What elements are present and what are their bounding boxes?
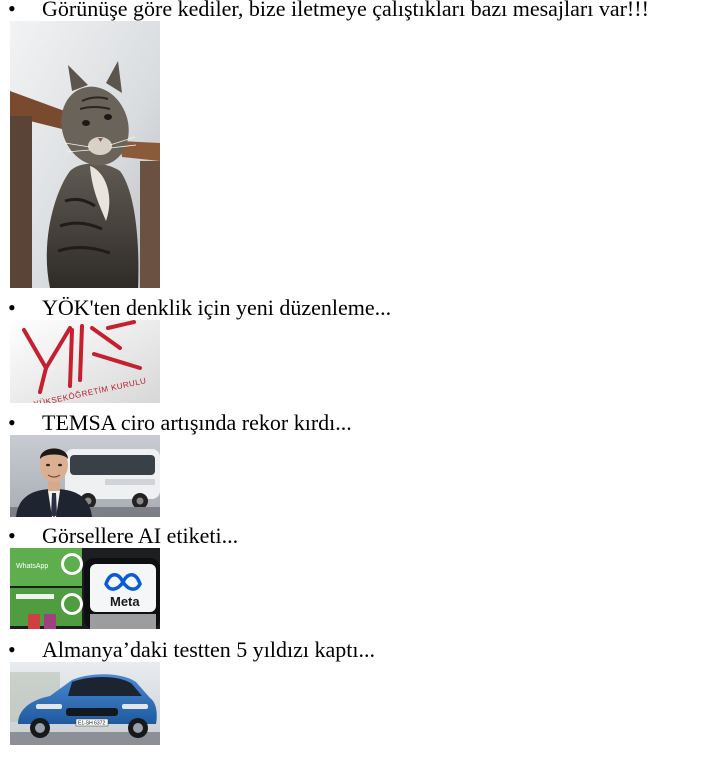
news-headline-link[interactable]: Görsellere AI etiketi...: [0, 524, 715, 548]
news-thumbnail-car[interactable]: E1-SH 6372: [10, 662, 160, 745]
news-list: • Görünüşe göre kediler, bize iletmeye ç…: [0, 0, 715, 745]
news-thumbnail-cat[interactable]: [10, 21, 160, 288]
news-item: • TEMSA ciro artışında rekor kırdı...: [0, 411, 715, 517]
news-item: • YÖK'ten denklik için yeni düzenleme...: [0, 296, 715, 403]
whatsapp-label: WhatsApp: [16, 563, 48, 570]
news-headline-link[interactable]: Görünüşe göre kediler, bize iletmeye çal…: [0, 0, 715, 21]
license-plate: E1-SH 6372: [78, 721, 105, 727]
meta-whatsapp-image: WhatsApp Meta: [10, 548, 160, 629]
news-thumbnail-meta[interactable]: WhatsApp Meta: [10, 548, 160, 629]
yok-logo-image: YÜKSEKÖĞRETİM KURULU: [10, 320, 160, 403]
news-headline-link[interactable]: TEMSA ciro artışında rekor kırdı...: [0, 411, 715, 435]
news-item: • Görünüşe göre kediler, bize iletmeye ç…: [0, 0, 715, 288]
blue-car-image: E1-SH 6372: [10, 662, 160, 745]
cat-photo-image: [10, 21, 160, 288]
news-headline-link[interactable]: YÖK'ten denklik için yeni düzenleme...: [0, 296, 715, 320]
news-item: • Almanya’daki testten 5 yıldızı kaptı..…: [0, 638, 715, 745]
list-bullet: •: [8, 295, 16, 320]
list-bullet: •: [8, 410, 16, 435]
news-headline-link[interactable]: Almanya’daki testten 5 yıldızı kaptı...: [0, 638, 715, 662]
list-bullet: •: [8, 637, 16, 662]
news-thumbnail-temsa[interactable]: [10, 435, 160, 517]
news-thumbnail-yok[interactable]: YÜKSEKÖĞRETİM KURULU: [10, 320, 160, 403]
news-item: • Görsellere AI etiketi... WhatsApp Meta: [0, 524, 715, 629]
list-bullet: •: [8, 523, 16, 548]
meta-label: Meta: [110, 594, 140, 609]
executive-bus-image: [10, 435, 160, 517]
list-bullet: •: [8, 0, 16, 21]
